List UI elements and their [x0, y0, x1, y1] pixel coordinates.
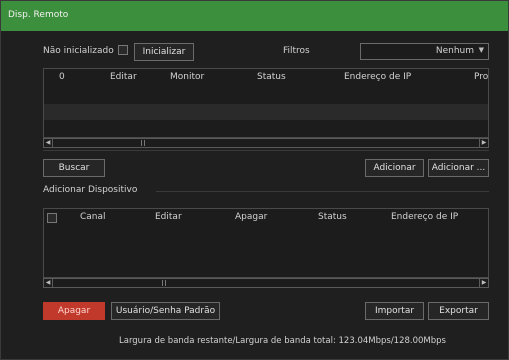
add-manual-button[interactable]: Adicionar ... [428, 159, 489, 177]
bandwidth-info: Largura de banda restante/Largura de ban… [119, 336, 446, 346]
chevron-down-icon: ▼ [478, 46, 484, 54]
scroll-left-icon[interactable]: ◀ [44, 279, 53, 287]
import-button[interactable]: Importar [365, 302, 424, 320]
column-header-edit[interactable]: Editar [155, 212, 182, 222]
window-title: Disp. Remoto [8, 10, 69, 20]
select-all-checkbox[interactable] [47, 213, 57, 223]
added-table-header: Canal Editar Apagar Status Endereço de I… [44, 209, 488, 227]
filters-label: Filtros [283, 46, 310, 56]
scrollbar-thumb[interactable] [141, 140, 145, 146]
table-row[interactable] [44, 88, 488, 104]
column-header-ip-address[interactable]: Endereço de IP [344, 72, 411, 82]
column-header-index[interactable]: 0 [59, 72, 65, 82]
column-header-monitor[interactable]: Monitor [170, 72, 204, 82]
scroll-right-icon[interactable]: ▶ [479, 279, 488, 287]
column-header-ip-address[interactable]: Endereço de IP [391, 212, 458, 222]
filters-select[interactable]: Nenhum ▼ [360, 43, 489, 60]
default-credentials-button[interactable]: Usuário/Senha Padrão [111, 302, 220, 320]
table-row[interactable] [44, 104, 488, 120]
column-header-channel[interactable]: Canal [80, 212, 106, 222]
added-table-scrollbar[interactable]: ◀ ▶ [43, 278, 489, 288]
found-table-scrollbar[interactable]: ◀ ▶ [43, 138, 489, 148]
section-divider [156, 191, 489, 192]
remote-device-window: Disp. Remoto Não inicializado Inicializa… [0, 0, 509, 360]
added-devices-title: Adicionar Dispositivo [43, 185, 138, 195]
scrollbar-thumb[interactable] [162, 280, 166, 286]
found-table-divider [43, 150, 489, 151]
added-devices-table: Canal Editar Apagar Status Endereço de I… [43, 208, 489, 278]
scroll-left-icon[interactable]: ◀ [44, 139, 53, 147]
uninitialized-checkbox[interactable] [118, 45, 128, 55]
filters-select-value: Nenhum [435, 46, 474, 56]
column-header-delete[interactable]: Apagar [235, 212, 267, 222]
export-button[interactable]: Exportar [428, 302, 489, 320]
found-devices-table: 0 Editar Monitor Status Endereço de IP P… [43, 68, 489, 138]
found-table-header: 0 Editar Monitor Status Endereço de IP P… [44, 69, 488, 87]
title-bar: Disp. Remoto [1, 1, 508, 31]
add-button[interactable]: Adicionar [365, 159, 424, 177]
delete-button[interactable]: Apagar [43, 302, 105, 320]
column-header-status[interactable]: Status [318, 212, 347, 222]
scroll-right-icon[interactable]: ▶ [479, 139, 488, 147]
initialize-button[interactable]: Inicializar [134, 43, 194, 61]
column-header-protocol[interactable]: Pro [474, 72, 488, 82]
column-header-edit[interactable]: Editar [110, 72, 137, 82]
table-row[interactable] [44, 120, 488, 136]
column-header-status[interactable]: Status [257, 72, 286, 82]
uninitialized-label: Não inicializado [43, 46, 114, 56]
search-button[interactable]: Buscar [43, 159, 105, 177]
